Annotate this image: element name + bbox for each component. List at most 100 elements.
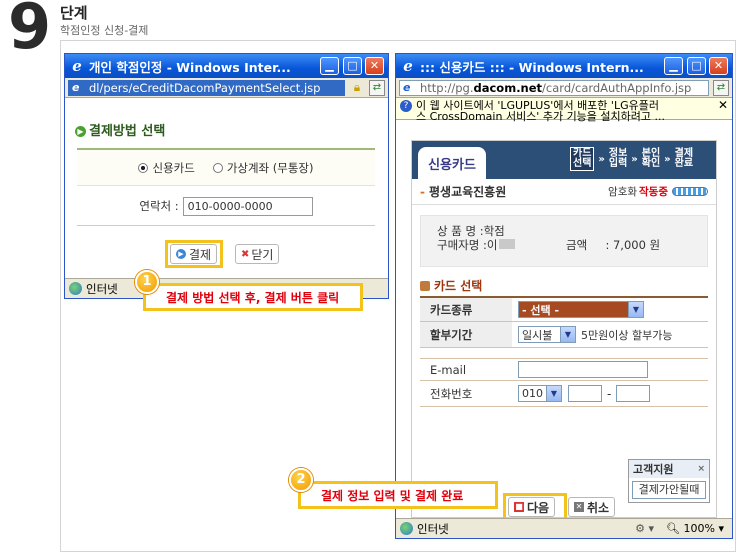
left-status-text: 인터넷 [86,281,118,296]
left-title-bar[interactable]: e 개인 학점인정 - Windows Inter... ▁ □ ✕ [65,54,388,78]
left-address-field[interactable]: e dl/pers/eCreditDacomPaymentSelect.jsp [68,79,345,96]
phone-prefix-select[interactable]: 010 ▼ [518,385,562,402]
page-icon: e [72,80,80,94]
radio-card-option[interactable]: 신용카드 [138,160,195,176]
card-type-select[interactable]: - 선택 - ▼ [518,301,644,318]
internet-zone-icon [69,282,82,295]
pay-arrow-icon: ▶ [176,249,186,259]
lock-icon: 🔒︎ [353,80,361,94]
compat-icon-right[interactable]: ⇄ [713,79,729,96]
phone-prefix-value: 010 [522,387,543,400]
arrow-bullet-icon: ▶ [75,126,86,137]
contact-table: E-mail 전화번호 010 ▼ - [420,358,708,407]
installment-select[interactable]: 일시불 ▼ [518,326,576,343]
merchant-row: - 평생교육진흥원 암호화 작동중 [412,179,716,205]
compat-icon[interactable]: ⇄ [369,79,385,96]
left-window-title: 개인 학점인정 - Windows Inter... [89,59,291,75]
step-arrow: » [664,153,671,165]
tab-credit-card[interactable]: 신용카드 [418,147,486,179]
product-value: 학점 [483,224,505,238]
contact-row: 연락처 : 010-0000-0000 [77,186,375,226]
step-arrow: » [598,153,605,165]
support-link[interactable]: 결제가안될때 [632,481,706,499]
radio-account-option[interactable]: 가상계좌 (무통장) [212,160,314,176]
security-info-bar[interactable]: ? 이 웹 사이트에서 'LGUPLUS'에서 배포한 'LG유플러 스 Cro… [396,98,732,122]
step-arrow: » [631,153,638,165]
buyer-blur [499,239,516,249]
next-button-label: 다음 [527,500,550,515]
maximize-button-right[interactable]: □ [687,57,706,75]
cancel-icon: ✕ [574,502,584,512]
cancel-button[interactable]: ✕ 취소 [568,497,616,517]
security-label: 암호화 [608,186,638,198]
installment-label: 할부기간 [420,322,512,347]
right-address-bar: e http://pg.dacom.net/card/cardAuthAppIn… [396,78,732,98]
left-window-body: ▶ 결제방법 선택 신용카드 가상계좌 (무통장) 연락처 : 010-0000-… [65,98,388,278]
ie-icon-right: e [403,57,413,75]
payment-method-table: 신용카드 가상계좌 (무통장) 연락처 : 010-0000-0000 [77,148,375,226]
phone-last-input[interactable] [616,385,651,402]
right-title-bar[interactable]: e ::: 신용카드 ::: - Windows Intern... ▁ □ ✕ [396,54,732,78]
callout-1-badge: 1 [135,270,159,294]
infobar-close-icon[interactable]: ✕ [718,99,728,111]
radio-selected-icon [138,162,149,173]
card-section-heading: 카드 선택 [420,277,716,294]
callout-1-text: 결제 방법 선택 후, 결제 버튼 클릭 [166,290,340,305]
zoom-control[interactable]: 🔍︎ 100% ▾ [666,522,724,535]
radio-account-label: 가상계좌 (무통장) [226,160,314,175]
chevron-down-icon: ▼ [628,302,643,317]
support-box: 고객지원 × 결제가안될때 [628,459,710,503]
merchant-name: 평생교육진흥원 [428,185,507,199]
card-section-title: 카드 선택 [434,279,483,293]
step-label: 단계 [60,4,88,22]
phone-middle-input[interactable] [568,385,602,402]
contact-label: 연락처 : [139,199,179,213]
ie-icon: e [72,57,82,75]
close-window-button[interactable]: ✖ 닫기 [235,244,280,264]
close-button-right[interactable]: ✕ [709,57,728,75]
radio-unselected-icon [212,162,223,173]
merchant-bullet: - [420,184,425,199]
callout-2-badge: 2 [289,468,313,492]
next-button[interactable]: ■ 다음 [508,497,556,517]
close-window-label: 닫기 [251,247,274,262]
left-browser-window: e 개인 학점인정 - Windows Inter... ▁ □ ✕ e dl/… [64,53,389,299]
email-label: E-mail [420,359,518,380]
support-close-icon[interactable]: × [697,464,705,474]
card-type-row: 카드종류 - 선택 - ▼ [420,298,708,322]
addr-domain: dacom.net [473,80,543,95]
right-window-title: ::: 신용카드 ::: - Windows Intern... [420,59,644,75]
installment-note: 5만원이상 할부가능 [581,328,673,342]
protected-mode-icon[interactable]: ⚙ ▾ [635,522,654,535]
right-address-field[interactable]: e http://pg.dacom.net/card/cardAuthAppIn… [399,79,709,96]
infobar-text: 이 웹 사이트에서 'LGUPLUS'에서 배포한 'LG유플러 스 Cross… [416,100,714,122]
contact-input[interactable]: 010-0000-0000 [182,196,313,216]
security-status: 작동중 [639,186,668,198]
card-payment-panel: 신용카드 카드 선택» 정보 입력» 본인 확인» 결제 완료 - 평생교육진흥… [411,140,717,518]
card-select-table: 카드종류 - 선택 - ▼ 할부기간 일시불 ▼ 5만원이상 할부가능 [420,296,708,348]
email-row: E-mail [420,359,708,381]
chevron-down-icon: ▼ [560,327,575,342]
pay-button[interactable]: ▶ 결제 [170,244,218,264]
minimize-button-right[interactable]: ▁ [664,57,683,75]
close-button[interactable]: ✕ [365,57,384,75]
left-address-bar: e dl/pers/eCreditDacomPaymentSelect.jsp … [65,78,388,98]
callout-2-text: 결제 정보 입력 및 결제 완료 [321,488,464,503]
right-status-text: 인터넷 [417,521,449,536]
step-complete: 결제 완료 [674,148,694,169]
maximize-button[interactable]: □ [343,57,362,75]
internet-zone-icon-right [400,522,413,535]
card-type-value: - 선택 - [522,303,560,317]
minimize-button[interactable]: ▁ [320,57,339,75]
email-input[interactable] [518,361,648,378]
info-shield-icon: ? [400,100,412,112]
right-browser-window: e ::: 신용카드 ::: - Windows Intern... ▁ □ ✕… [395,53,733,539]
card-header: 신용카드 카드 선택» 정보 입력» 본인 확인» 결제 완료 [412,141,716,179]
pay-button-label: 결제 [189,247,212,262]
chevron-down-icon: ▼ [546,386,561,401]
phone-label: 전화번호 [420,381,518,406]
cancel-button-label: 취소 [587,500,610,515]
step-number: 9 [8,0,52,63]
phone-row: 전화번호 010 ▼ - [420,381,708,407]
buyer-value: 이 [486,238,498,252]
